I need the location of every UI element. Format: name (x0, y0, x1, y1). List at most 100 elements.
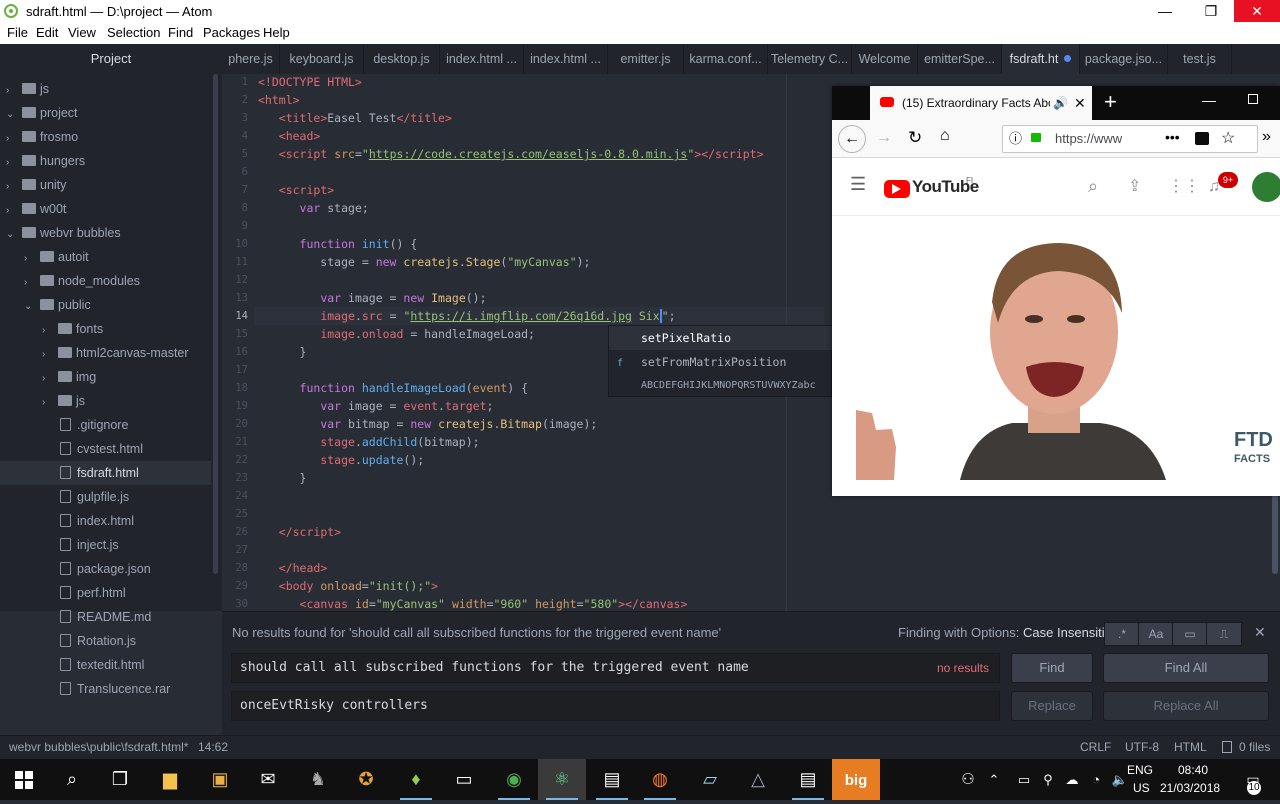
tree-file[interactable]: .gitignore (0, 413, 211, 437)
modified-indicator-icon[interactable] (1064, 55, 1072, 62)
chevron-down-icon[interactable]: ⌄ (6, 103, 22, 127)
close-tab-icon[interactable]: ✕ (1074, 86, 1086, 120)
unity-icon[interactable]: △ (734, 759, 782, 800)
chevron-right-icon[interactable]: › (6, 151, 22, 175)
status-file-path[interactable]: webvr bubbles\public\fsdraft.html* (9, 736, 188, 758)
status-encoding[interactable]: UTF-8 (1125, 736, 1159, 758)
chevron-right-icon[interactable]: › (42, 367, 58, 391)
editor-tab[interactable]: phere.js (222, 44, 280, 74)
tree-file[interactable]: README.md (0, 605, 211, 629)
editor-tab[interactable]: karma.conf... (684, 44, 768, 74)
chevron-right-icon[interactable]: › (6, 199, 22, 223)
selection-option-icon[interactable]: ▭ (1172, 622, 1208, 646)
pocket-icon[interactable] (1195, 132, 1209, 145)
editor-tab[interactable]: index.html ... (440, 44, 524, 74)
tree-file[interactable]: inject.js (0, 533, 211, 557)
tree-folder[interactable]: › html2canvas-master (0, 341, 211, 365)
info-icon[interactable]: ⓘ (1009, 126, 1022, 152)
minimize-button[interactable]: — (1142, 0, 1188, 22)
forward-button[interactable]: → (876, 129, 892, 147)
tree-file[interactable]: gulpfile.js (0, 485, 211, 509)
editor-scrollbar-thumb[interactable] (1272, 494, 1278, 574)
menu-view[interactable]: View (68, 25, 96, 40)
tree-folder[interactable]: ⌄ project (0, 101, 211, 125)
autocomplete-item[interactable]: f setFromMatrixPosition (609, 350, 833, 374)
close-find-button[interactable]: ✕ (1254, 624, 1266, 641)
app-icon[interactable]: ✪ (342, 759, 390, 800)
reload-button[interactable]: ↻ (908, 128, 922, 148)
tree-file[interactable]: fsdraft.html (0, 461, 211, 485)
menu-find[interactable]: Find (168, 25, 193, 40)
maximize-button[interactable]: ❐ (1188, 0, 1234, 22)
tree-file[interactable]: index.html (0, 509, 211, 533)
browser-minimize-button[interactable]: — (1202, 92, 1216, 108)
tree-file[interactable]: Rotation.js (0, 629, 211, 653)
find-input[interactable]: should call all subscribed functions for… (231, 653, 1000, 683)
status-line-ending[interactable]: CRLF (1080, 736, 1111, 758)
big-app-icon[interactable]: big (832, 759, 880, 800)
keyboard-language[interactable]: ENG (1127, 763, 1153, 777)
chevron-right-icon[interactable]: › (42, 343, 58, 367)
overflow-menu-icon[interactable]: » (1262, 128, 1271, 146)
file-explorer-icon[interactable]: ▆ (146, 759, 194, 800)
tree-folder[interactable]: › w00t (0, 197, 211, 221)
url-text[interactable]: https://www (1055, 126, 1122, 152)
tree-folder[interactable]: › js (0, 389, 211, 413)
editor-tab[interactable]: keyboard.js (280, 44, 364, 74)
apps-grid-icon[interactable]: ⋮⋮ (1168, 176, 1200, 196)
menu-packages[interactable]: Packages (203, 25, 260, 40)
editor-tab[interactable]: Telemetry C... (768, 44, 852, 74)
editor-tab[interactable]: Welcome (852, 44, 918, 74)
chrome-icon[interactable]: ◉ (490, 759, 538, 800)
terminal-icon[interactable]: ▤ (588, 759, 636, 800)
chevron-right-icon[interactable]: › (6, 175, 22, 199)
editor-tab[interactable]: emitterSpe... (918, 44, 1002, 74)
tree-file[interactable]: Translucence.rar (0, 677, 211, 701)
tree-folder[interactable]: › fonts (0, 317, 211, 341)
case-sensitive-option-button[interactable]: Aa (1138, 622, 1174, 646)
editor-tab[interactable]: desktop.js (364, 44, 440, 74)
status-grammar[interactable]: HTML (1174, 736, 1207, 758)
whole-word-option-icon[interactable]: ⎍ (1206, 622, 1242, 646)
tree-file[interactable]: textedit.html (0, 653, 211, 677)
oculus-icon[interactable]: ▭ (440, 759, 488, 800)
browser-maximize-button[interactable] (1248, 94, 1258, 104)
page-actions-icon[interactable]: ••• (1165, 124, 1180, 150)
editor-tab[interactable]: emitter.js (608, 44, 684, 74)
autocomplete-item[interactable]: ABCDEFGHIJKLMNOPQRSTUVWXYZabc (609, 374, 833, 398)
mail-icon[interactable]: ✉ (244, 759, 292, 800)
chevron-right-icon[interactable]: › (42, 319, 58, 343)
hamburger-menu-icon[interactable]: ☰ (850, 174, 866, 195)
tree-scrollbar[interactable] (213, 74, 218, 574)
tree-file[interactable]: perf.html (0, 581, 211, 605)
url-bar[interactable]: ⓘ https://www ••• ☆ (1002, 125, 1258, 153)
chevron-right-icon[interactable]: › (42, 391, 58, 415)
replace-input[interactable]: onceEvtRisky controllers (231, 691, 1000, 721)
bookmark-star-icon[interactable]: ☆ (1221, 126, 1235, 152)
replace-all-button[interactable]: Replace All (1103, 691, 1269, 721)
tree-folder[interactable]: › autoit (0, 245, 211, 269)
windows-start-icon[interactable] (0, 759, 48, 800)
editor-tab[interactable]: package.jso... (1080, 44, 1168, 74)
new-tab-button[interactable]: + (1104, 89, 1117, 115)
tree-folder[interactable]: › node_modules (0, 269, 211, 293)
chevron-right-icon[interactable]: › (24, 247, 40, 271)
browser-tab[interactable]: (15) Extraordinary Facts Abo 🔊 ✕ (870, 86, 1092, 120)
keyboard-region[interactable]: US (1133, 781, 1150, 795)
atom-icon[interactable]: ⚛ (538, 759, 586, 800)
avatar[interactable] (1252, 172, 1280, 202)
close-button[interactable]: ✕ (1234, 0, 1280, 22)
search-icon[interactable]: ⌕ (48, 759, 96, 800)
chevron-down-icon[interactable]: ⌄ (24, 295, 40, 319)
menu-file[interactable]: File (7, 25, 28, 40)
find-button[interactable]: Find (1011, 653, 1093, 683)
youtube-video[interactable]: FTD FACTS (832, 217, 1280, 496)
tree-folder[interactable]: ⌄ webvr bubbles (0, 221, 211, 245)
back-button[interactable]: ← (838, 125, 866, 153)
regex-option-button[interactable]: .* (1104, 622, 1140, 646)
clock-time[interactable]: 08:40 (1178, 763, 1208, 777)
app-icon[interactable]: ♦ (392, 759, 440, 800)
menu-selection[interactable]: Selection (107, 25, 160, 40)
status-files[interactable]: 0 files (1239, 736, 1270, 758)
chevron-right-icon[interactable]: › (6, 127, 22, 151)
